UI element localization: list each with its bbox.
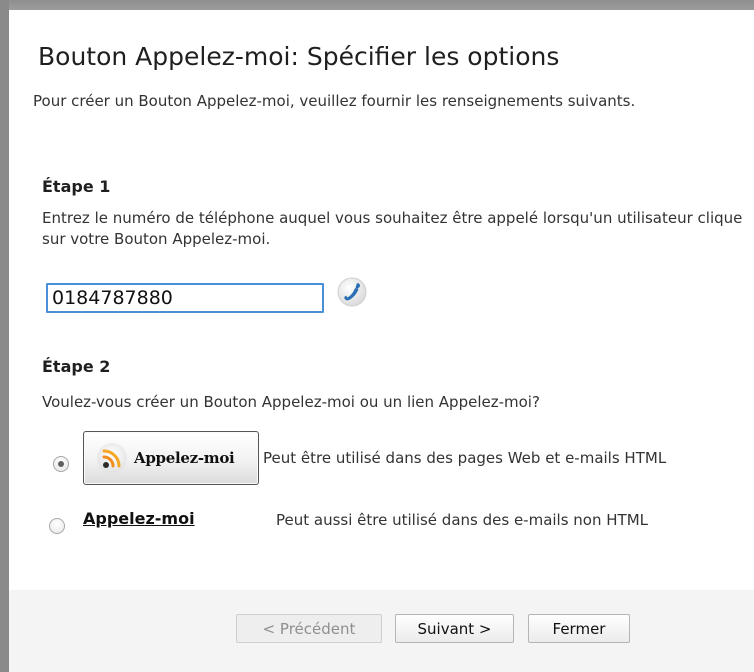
option-link-description: Peut aussi être utilisé dans des e-mails…	[276, 511, 649, 529]
callme-button-label: Appelez-moi	[134, 449, 235, 467]
step2-title: Étape 2	[42, 357, 111, 376]
dialog-intro: Pour créer un Bouton Appelez-moi, veuill…	[33, 92, 636, 110]
option-link-radio[interactable]	[49, 518, 65, 534]
step2-question: Voulez-vous créer un Bouton Appelez-moi …	[42, 393, 540, 411]
dialog-footer: < Précédent Suivant > Fermer	[9, 590, 754, 672]
previous-button[interactable]: < Précédent	[236, 614, 382, 643]
close-button[interactable]: Fermer	[528, 614, 630, 643]
option-button-description: Peut être utilisé dans des pages Web et …	[263, 449, 667, 467]
phone-number-input[interactable]	[46, 283, 324, 313]
callme-link-preview[interactable]: Appelez-moi	[83, 509, 195, 528]
dialog-title: Bouton Appelez-moi: Spécifier les option…	[38, 42, 560, 71]
callme-button-preview[interactable]: Appelez-moi	[83, 431, 259, 485]
dialog-content: Bouton Appelez-moi: Spécifier les option…	[9, 10, 754, 590]
window-left-border	[0, 0, 9, 672]
window-top-border	[0, 0, 754, 10]
next-button[interactable]: Suivant >	[395, 614, 514, 643]
phone-handset-icon[interactable]	[336, 276, 368, 308]
step1-description: Entrez le numéro de téléphone auquel vou…	[42, 209, 743, 248]
step1-title: Étape 1	[42, 177, 111, 196]
option-button-radio[interactable]	[53, 456, 69, 472]
rss-feed-icon	[97, 443, 127, 473]
